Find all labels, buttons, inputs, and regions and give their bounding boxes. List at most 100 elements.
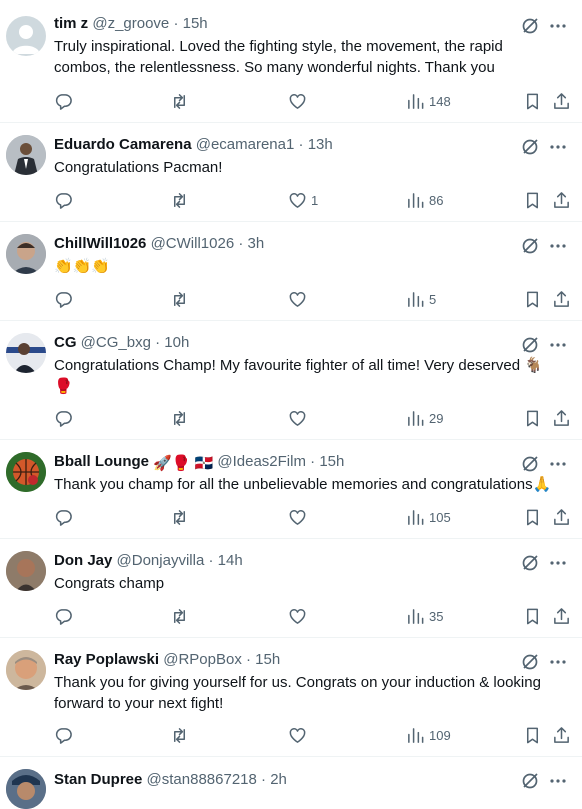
avatar[interactable] xyxy=(6,234,46,274)
bookmark-button[interactable] xyxy=(523,725,542,745)
like-button[interactable] xyxy=(288,408,311,428)
views-button[interactable]: 35 xyxy=(406,606,443,626)
repost-button[interactable] xyxy=(170,606,193,626)
tweet[interactable]: ChillWill1026 @CWill1026 · 3h 👏👏👏 5 xyxy=(0,222,582,321)
share-button[interactable] xyxy=(552,289,571,309)
repost-button[interactable] xyxy=(170,408,193,428)
share-button[interactable] xyxy=(552,408,571,428)
grok-icon[interactable] xyxy=(520,137,540,157)
more-icon[interactable] xyxy=(548,454,568,474)
display-name[interactable]: Ray Poplawski xyxy=(54,651,159,668)
bookmark-button[interactable] xyxy=(523,507,542,527)
repost-button[interactable] xyxy=(170,91,193,111)
repost-button[interactable] xyxy=(170,507,193,527)
avatar[interactable] xyxy=(6,769,46,809)
bookmark-button[interactable] xyxy=(523,190,542,210)
user-handle[interactable]: @z_groove xyxy=(92,15,169,32)
tweet[interactable]: Bball Lounge 🚀🥊 🇩🇴 @Ideas2Film · 15h Than… xyxy=(0,440,582,539)
grok-icon[interactable] xyxy=(520,454,540,474)
timestamp[interactable]: 2h xyxy=(270,771,287,788)
reply-button[interactable] xyxy=(54,91,77,111)
display-name[interactable]: Don Jay xyxy=(54,552,112,569)
reply-button[interactable] xyxy=(54,606,77,626)
reply-button[interactable] xyxy=(54,507,77,527)
views-button[interactable]: 5 xyxy=(406,289,436,309)
views-button[interactable]: 29 xyxy=(406,408,443,428)
like-button[interactable] xyxy=(288,289,311,309)
display-name[interactable]: Bball Lounge xyxy=(54,453,149,470)
views-button[interactable]: 86 xyxy=(406,190,443,210)
views-button[interactable]: 105 xyxy=(406,507,451,527)
like-button[interactable] xyxy=(288,725,311,745)
grok-icon[interactable] xyxy=(520,553,540,573)
grok-icon[interactable] xyxy=(520,771,540,791)
more-icon[interactable] xyxy=(548,137,568,157)
user-handle[interactable]: @CG_bxg xyxy=(81,334,151,351)
bookmark-button[interactable] xyxy=(523,91,542,111)
more-icon[interactable] xyxy=(548,652,568,672)
timestamp[interactable]: 10h xyxy=(164,334,189,351)
avatar[interactable] xyxy=(6,551,46,591)
timestamp[interactable]: 15h xyxy=(183,15,208,32)
timestamp[interactable]: 15h xyxy=(319,453,344,470)
share-button[interactable] xyxy=(552,606,571,626)
like-button[interactable]: 1 xyxy=(288,190,318,210)
grok-icon[interactable] xyxy=(520,652,540,672)
repost-button[interactable] xyxy=(170,190,193,210)
timestamp[interactable]: 3h xyxy=(248,235,265,252)
user-handle[interactable]: @RPopBox xyxy=(163,651,242,668)
more-icon[interactable] xyxy=(548,16,568,36)
timestamp[interactable]: 14h xyxy=(218,552,243,569)
bookmark-button[interactable] xyxy=(523,408,542,428)
display-name[interactable]: Eduardo Camarena xyxy=(54,136,192,153)
more-icon[interactable] xyxy=(548,236,568,256)
user-handle[interactable]: @CWill1026 xyxy=(151,235,235,252)
grok-icon[interactable] xyxy=(520,16,540,36)
repost-button[interactable] xyxy=(170,289,193,309)
more-icon[interactable] xyxy=(548,553,568,573)
tweet[interactable]: Ray Poplawski @RPopBox · 15h Thank you f… xyxy=(0,638,582,757)
reply-button[interactable] xyxy=(54,408,77,428)
display-name[interactable]: CG xyxy=(54,334,77,351)
avatar[interactable] xyxy=(6,16,46,56)
timestamp[interactable]: 15h xyxy=(255,651,280,668)
display-name[interactable]: tim z xyxy=(54,15,88,32)
tweet[interactable]: tim z @z_groove · 15h Truly inspirationa… xyxy=(0,0,582,123)
reply-button[interactable] xyxy=(54,725,77,745)
user-handle[interactable]: @stan88867218 xyxy=(147,771,257,788)
reply-button[interactable] xyxy=(54,289,77,309)
display-name[interactable]: ChillWill1026 xyxy=(54,235,146,252)
display-name[interactable]: Stan Dupree xyxy=(54,771,142,788)
repost-button[interactable] xyxy=(170,725,193,745)
tweet-text-line: 👏👏👏 xyxy=(54,258,111,275)
tweet[interactable]: CG @CG_bxg · 10h Congratulations Champ! … xyxy=(0,321,582,440)
user-handle[interactable]: @Ideas2Film xyxy=(217,453,306,470)
share-button[interactable] xyxy=(552,725,571,745)
tweet-text-line: 🥊 xyxy=(54,378,73,395)
avatar[interactable] xyxy=(6,135,46,175)
bookmark-button[interactable] xyxy=(523,289,542,309)
more-icon[interactable] xyxy=(548,335,568,355)
tweet[interactable]: Stan Dupree @stan88867218 · 2h xyxy=(0,757,582,809)
like-button[interactable] xyxy=(288,91,311,111)
more-icon[interactable] xyxy=(548,771,568,791)
share-button[interactable] xyxy=(552,507,571,527)
avatar[interactable] xyxy=(6,452,46,492)
user-handle[interactable]: @ecamarena1 xyxy=(196,136,295,153)
avatar[interactable] xyxy=(6,333,46,373)
views-button[interactable]: 148 xyxy=(406,91,451,111)
share-button[interactable] xyxy=(552,190,571,210)
like-button[interactable] xyxy=(288,507,311,527)
share-button[interactable] xyxy=(552,91,571,111)
user-handle[interactable]: @Donjayvilla xyxy=(117,552,205,569)
tweet[interactable]: Don Jay @Donjayvilla · 14h Congrats cham… xyxy=(0,539,582,638)
timestamp[interactable]: 13h xyxy=(308,136,333,153)
avatar[interactable] xyxy=(6,650,46,690)
bookmark-button[interactable] xyxy=(523,606,542,626)
grok-icon[interactable] xyxy=(520,335,540,355)
views-button[interactable]: 109 xyxy=(406,725,451,745)
like-button[interactable] xyxy=(288,606,311,626)
tweet[interactable]: Eduardo Camarena @ecamarena1 · 13h Congr… xyxy=(0,123,582,222)
reply-button[interactable] xyxy=(54,190,77,210)
grok-icon[interactable] xyxy=(520,236,540,256)
